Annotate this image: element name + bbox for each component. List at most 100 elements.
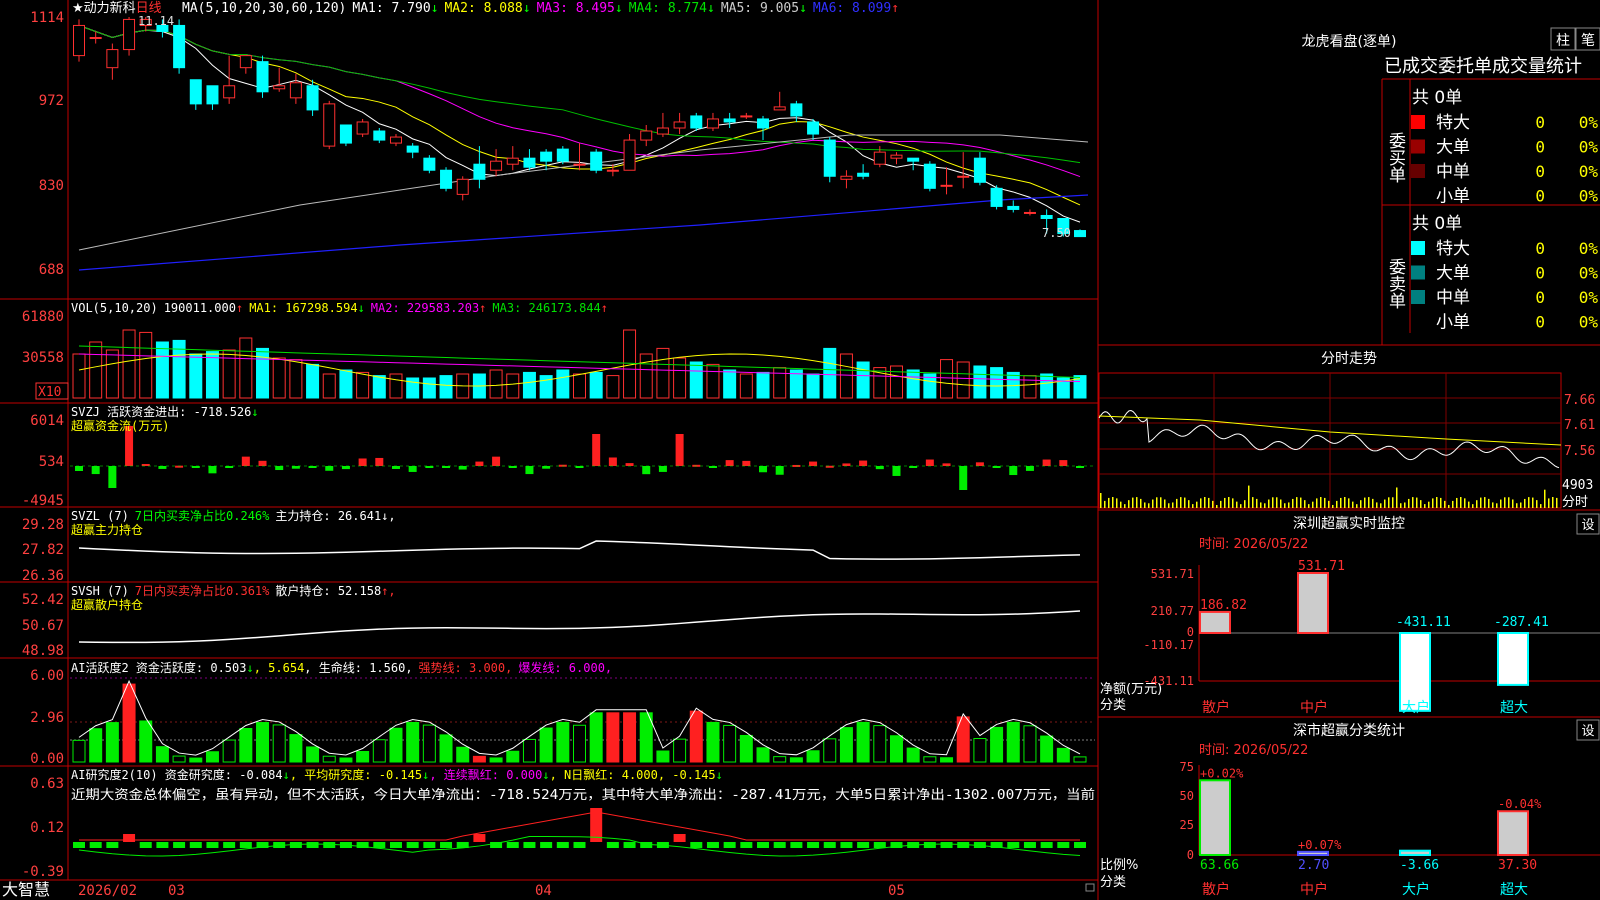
- volume-bar: [439, 375, 453, 399]
- ai2-bar: [506, 842, 519, 848]
- ai1-bar: [623, 712, 637, 763]
- intraday-vol-bar: [1152, 499, 1154, 508]
- candle-body: [273, 85, 286, 90]
- intraday-vol-bar: [1340, 497, 1342, 508]
- flow-bar: [308, 466, 317, 468]
- stat-category: 超大: [1500, 882, 1528, 898]
- ai2-bar: [156, 842, 169, 848]
- sell-row-label: 小单: [1436, 313, 1470, 333]
- monitor-bar: [1497, 632, 1529, 686]
- vol-unit: X10: [38, 385, 61, 400]
- flow-bar: [1076, 466, 1084, 468]
- candle-body: [706, 118, 719, 129]
- flow-bar: [525, 466, 534, 475]
- ai2-bar: [573, 842, 586, 848]
- volume-bar: [322, 373, 336, 399]
- tab-bar-label[interactable]: 柱: [1556, 33, 1570, 49]
- date-axis: 2026/02 03 04 05: [78, 883, 905, 899]
- price-axis: 1114 972 830 688: [30, 10, 64, 278]
- intraday-vol-bar: [1548, 498, 1550, 508]
- candle-body: [623, 139, 636, 171]
- buy-swatch: [1411, 139, 1425, 154]
- intraday-vol-bar: [1264, 503, 1266, 508]
- ai2-bar: [239, 842, 252, 848]
- volume-bar: [573, 373, 586, 399]
- volume-bar: [339, 369, 353, 399]
- ai1-bar: [773, 756, 787, 763]
- intraday-vol-bar: [1488, 498, 1490, 508]
- intraday-vol-bar: [1468, 501, 1470, 508]
- intraday-vol-bar: [1544, 489, 1546, 508]
- ai2-bar: [757, 842, 770, 848]
- intraday-vol-bar: [1156, 497, 1158, 508]
- intraday-vol-bar: [1172, 502, 1174, 508]
- candle-body: [373, 130, 386, 141]
- monitor-category: 中户: [1300, 699, 1328, 716]
- stat-settings-label[interactable]: 设: [1581, 724, 1594, 739]
- ai1-bar: [389, 727, 403, 763]
- candle-body: [973, 157, 986, 183]
- ai1-bar: [1040, 735, 1054, 763]
- intraday-vol-bar: [1268, 499, 1270, 508]
- flow-bar: [975, 462, 984, 466]
- star-icon: ★: [72, 1, 84, 16]
- intraday-vol-bar: [1256, 498, 1258, 508]
- svzj-axis: 6014 534 -4945: [22, 413, 64, 509]
- stat-change-label: +0.07%: [1298, 838, 1342, 852]
- ai2-bar: [840, 842, 853, 848]
- ai2-bar: [223, 842, 236, 848]
- sell-row-label: 特大: [1436, 239, 1470, 259]
- buy-row-label: 特大: [1436, 113, 1470, 133]
- vol-tick: 61880: [22, 309, 64, 325]
- ai2-bar: [189, 842, 202, 848]
- flow-bar: [708, 466, 717, 468]
- sell-side-label: 委卖单: [1385, 258, 1406, 309]
- intraday-vol-bar: [1296, 497, 1298, 508]
- ai2-tick: 0.63: [30, 776, 64, 792]
- candle-body: [590, 151, 603, 171]
- volume-bar: [406, 377, 420, 399]
- intraday-vol-bar: [1528, 497, 1530, 508]
- flow-bar: [91, 466, 100, 475]
- volume-bar: [973, 365, 987, 399]
- tab-pen-label[interactable]: 笔: [1581, 33, 1595, 49]
- ai1-bar: [689, 710, 703, 763]
- ai1-bar: [606, 712, 620, 763]
- ai1-bar: [506, 750, 520, 763]
- monitor-tick: 0: [1187, 625, 1194, 639]
- monitor-bar-label: 186.82: [1200, 598, 1247, 613]
- sell-row-pct: 0%: [1579, 313, 1599, 332]
- candle-body: [456, 178, 469, 195]
- buy-row-value: 0: [1535, 162, 1545, 181]
- lock-icon[interactable]: [1085, 883, 1095, 892]
- candle-body: [807, 121, 820, 135]
- intraday-vol-bar: [1248, 485, 1250, 508]
- flow-bar: [391, 466, 400, 469]
- candle-body: [306, 85, 319, 111]
- flow-bar: [1009, 466, 1018, 476]
- candle-body: [356, 121, 369, 135]
- intraday-vol-bar: [1356, 504, 1358, 508]
- svsh-tick: 50.67: [22, 618, 64, 634]
- flow-bar: [191, 466, 200, 468]
- candlestick-chart: [70, 17, 1095, 857]
- intraday-vol-bar: [1508, 497, 1510, 508]
- monitor-title: 深圳超赢实时监控: [1293, 515, 1405, 532]
- monitor-settings-label[interactable]: 设: [1581, 518, 1594, 533]
- monitor-tick: 210.77: [1151, 604, 1194, 618]
- intraday-vol-bar: [1524, 498, 1526, 508]
- stat-tick: 0: [1187, 848, 1194, 862]
- svzl-subtitle: 超赢主力持仓: [71, 522, 143, 537]
- intraday-vol-label: 4903: [1562, 478, 1593, 493]
- ai1-bar: [723, 724, 737, 763]
- buy-swatch: [1411, 115, 1425, 129]
- ai2-bar: [1057, 842, 1070, 848]
- volume-bar: [372, 375, 386, 399]
- buy-row-value: 0: [1535, 113, 1545, 132]
- ai1-bar: [356, 751, 370, 763]
- price-tick: 1114: [30, 10, 64, 26]
- stock-name: 动力新科: [84, 0, 136, 16]
- intraday-vol-bar: [1280, 499, 1282, 508]
- intraday-vol-bar: [1368, 497, 1370, 508]
- volume-bar: [1023, 375, 1037, 399]
